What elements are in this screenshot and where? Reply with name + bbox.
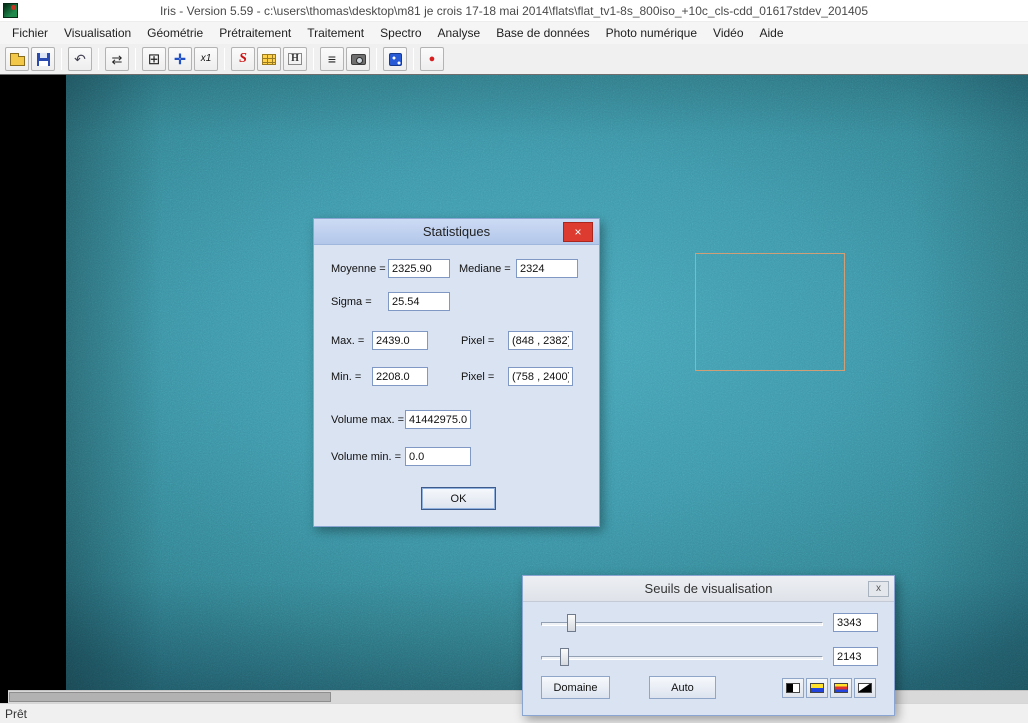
high-threshold-slider-thumb[interactable]	[567, 614, 576, 632]
spectro-s-icon: S	[239, 51, 247, 66]
volume-max-label: Volume max. =	[331, 414, 405, 426]
thresholds-dialog-title: Seuils de visualisation	[644, 581, 773, 596]
max-label: Max. =	[331, 335, 365, 347]
close-icon[interactable]: ×	[563, 222, 593, 242]
sigma-label: Sigma =	[331, 296, 372, 308]
menu-item-base-de-donnees[interactable]: Base de données	[488, 23, 597, 43]
console-button[interactable]: ≡	[320, 47, 344, 71]
max-field[interactable]	[372, 331, 428, 350]
moyenne-label: Moyenne =	[331, 263, 386, 275]
domaine-button[interactable]: Domaine	[541, 676, 610, 699]
moyenne-field[interactable]	[388, 259, 450, 278]
min-pixel-label: Pixel =	[461, 371, 495, 383]
status-text: Prêt	[5, 706, 28, 721]
statistics-dialog-titlebar[interactable]: Statistiques	[314, 219, 599, 245]
camera-icon	[350, 53, 366, 65]
max-pixel-label: Pixel =	[461, 335, 495, 347]
toolbar-separator	[135, 48, 136, 70]
scrollbar-gutter	[0, 690, 8, 703]
false-color-display-button[interactable]	[830, 678, 852, 698]
thresholds-dialog-titlebar[interactable]: Seuils de visualisation	[523, 576, 894, 602]
command-list-icon: ≡	[327, 51, 337, 67]
red-dot-icon: ●	[428, 52, 436, 65]
zoom-button[interactable]: ⊞	[142, 47, 166, 71]
toolbar: ↶ ⇄ ⊞ ✛ x1 S H ≡ ●	[0, 44, 1028, 75]
mediane-field[interactable]	[516, 259, 578, 278]
undo-arrow-icon: ↶	[74, 51, 86, 67]
toolbar-separator	[61, 48, 62, 70]
toolbar-separator	[413, 48, 414, 70]
min-pixel-field[interactable]	[508, 367, 573, 386]
close-icon[interactable]: x	[868, 581, 889, 597]
high-threshold-slider-track[interactable]	[541, 622, 823, 626]
zoom-grid-icon: ⊞	[147, 50, 161, 68]
zoom-x1-button[interactable]: x1	[194, 47, 218, 71]
toolbar-separator	[224, 48, 225, 70]
black-white-icon	[786, 683, 800, 693]
pan-button[interactable]: ✛	[168, 47, 192, 71]
low-threshold-slider-track[interactable]	[541, 656, 823, 660]
thresholds-dialog: Seuils de visualisation x Domaine Auto	[522, 575, 895, 716]
menu-item-spectro[interactable]: Spectro	[372, 23, 429, 43]
yellow-blue-display-button[interactable]	[806, 678, 828, 698]
save-floppy-icon	[36, 52, 50, 66]
min-field[interactable]	[372, 367, 428, 386]
menu-item-pretraitement[interactable]: Prétraitement	[211, 23, 299, 43]
selection-rectangle[interactable]	[695, 253, 845, 371]
auto-button[interactable]: Auto	[649, 676, 716, 699]
color-palette-icon	[834, 683, 848, 693]
statistics-dialog: Statistiques × Moyenne = Mediane = Sigma…	[313, 218, 600, 527]
statistics-dialog-title: Statistiques	[422, 224, 491, 239]
histogram-button[interactable]: H	[283, 47, 307, 71]
blue-dice-icon	[388, 52, 402, 66]
toolbar-separator	[98, 48, 99, 70]
volume-min-field[interactable]	[405, 447, 471, 466]
mediane-label: Mediane =	[459, 263, 511, 275]
sigma-field[interactable]	[388, 292, 450, 311]
menu-bar: Fichier Visualisation Géométrie Prétrait…	[0, 22, 1028, 44]
undo-button[interactable]: ↶	[68, 47, 92, 71]
title-bar[interactable]: Iris - Version 5.59 - c:\users\thomas\de…	[0, 0, 1028, 22]
table-button[interactable]	[257, 47, 281, 71]
data-table-icon	[262, 53, 276, 65]
camera-button[interactable]	[346, 47, 370, 71]
menu-item-visualisation[interactable]: Visualisation	[56, 23, 139, 43]
bw-display-button[interactable]	[782, 678, 804, 698]
max-pixel-field[interactable]	[508, 331, 573, 350]
toolbar-separator	[376, 48, 377, 70]
ramp-triangle-icon	[858, 683, 872, 693]
window-title: Iris - Version 5.59 - c:\users\thomas\de…	[159, 4, 869, 18]
x1-zoom-icon: x1	[200, 53, 212, 64]
low-threshold-slider-thumb[interactable]	[560, 648, 569, 666]
pan-arrows-icon: ✛	[174, 51, 186, 67]
save-button[interactable]	[31, 47, 55, 71]
scrollbar-thumb[interactable]	[9, 692, 331, 702]
ok-button[interactable]: OK	[421, 487, 496, 510]
open-button[interactable]	[5, 47, 29, 71]
menu-item-aide[interactable]: Aide	[752, 23, 792, 43]
dice-button[interactable]	[383, 47, 407, 71]
menu-item-video[interactable]: Vidéo	[705, 23, 751, 43]
toolbar-separator	[313, 48, 314, 70]
spectro-button[interactable]: S	[231, 47, 255, 71]
yellow-blue-icon	[810, 683, 824, 693]
volume-min-label: Volume min. =	[331, 451, 402, 463]
record-button[interactable]: ●	[420, 47, 444, 71]
low-threshold-input[interactable]	[833, 647, 878, 666]
min-label: Min. =	[331, 371, 362, 383]
histogram-h-icon: H	[288, 53, 302, 65]
open-folder-icon	[9, 52, 25, 66]
gradient-display-button[interactable]	[854, 678, 876, 698]
menu-item-analyse[interactable]: Analyse	[430, 23, 489, 43]
app-icon	[3, 3, 18, 18]
high-threshold-input[interactable]	[833, 613, 878, 632]
fit-width-icon: ⇄	[111, 51, 123, 67]
fit-window-button[interactable]: ⇄	[105, 47, 129, 71]
volume-max-field[interactable]	[405, 410, 471, 429]
menu-item-geometrie[interactable]: Géométrie	[139, 23, 211, 43]
menu-item-photo-numerique[interactable]: Photo numérique	[598, 23, 705, 43]
menu-item-fichier[interactable]: Fichier	[4, 23, 56, 43]
menu-item-traitement[interactable]: Traitement	[299, 23, 372, 43]
